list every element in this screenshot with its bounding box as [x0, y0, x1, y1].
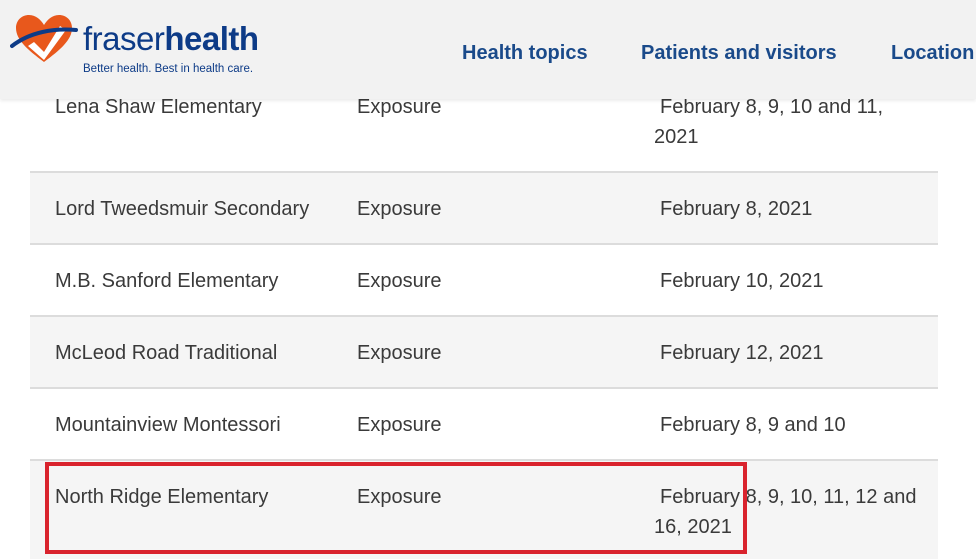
site-header: fraserhealth Better health. Best in heal… [0, 0, 976, 99]
exposure-date-cell: February 8, 9, 10, 11, 12 and 16, 2021 [654, 486, 917, 538]
table-row: McLeod Road Traditional Exposure Februar… [30, 317, 938, 389]
exposure-date-cell: February 12, 2021 [660, 342, 824, 364]
exposure-type-cell: Exposure [357, 342, 442, 364]
exposure-date-cell: February 10, 2021 [660, 270, 824, 292]
brand-part-health: health [164, 20, 259, 57]
exposure-type-cell: Exposure [357, 486, 442, 508]
brand-name: fraserhealth [83, 22, 259, 56]
exposure-date-cell: February 8, 9, 10 and 11, 2021 [654, 96, 884, 148]
school-name-cell: Mountainview Montessori [55, 414, 281, 436]
exposure-date-cell: February 8, 9 and 10 [660, 414, 846, 436]
school-name-cell: M.B. Sanford Elementary [55, 270, 279, 292]
fraserhealth-logo[interactable]: fraserhealth Better health. Best in heal… [10, 12, 259, 82]
brand-part-fraser: fraser [83, 20, 165, 57]
school-name-cell: Lord Tweedsmuir Secondary [55, 198, 310, 220]
table-row: M.B. Sanford Elementary Exposure Februar… [30, 245, 938, 317]
exposure-type-cell: Exposure [357, 270, 442, 292]
exposure-type-cell: Exposure [357, 414, 442, 436]
table-row: Lord Tweedsmuir Secondary Exposure Febru… [30, 173, 938, 245]
page: Lena Shaw Elementary Exposure February 8… [0, 0, 976, 559]
nav-patients-and-visitors[interactable]: Patients and visitors [641, 42, 837, 65]
exposure-type-cell: Exposure [357, 198, 442, 220]
school-name-cell: North Ridge Elementary [55, 486, 269, 508]
brand-tagline: Better health. Best in health care. [83, 63, 254, 75]
nav-locations[interactable]: Location [891, 42, 974, 65]
nav-health-topics[interactable]: Health topics [462, 42, 588, 65]
heart-logo-icon [10, 15, 78, 62]
table-row: Mountainview Montessori Exposure Februar… [30, 389, 938, 461]
exposure-date-cell: February 8, 2021 [660, 198, 813, 220]
table-row: North Ridge Elementary Exposure February… [30, 461, 938, 559]
school-name-cell: McLeod Road Traditional [55, 342, 278, 364]
